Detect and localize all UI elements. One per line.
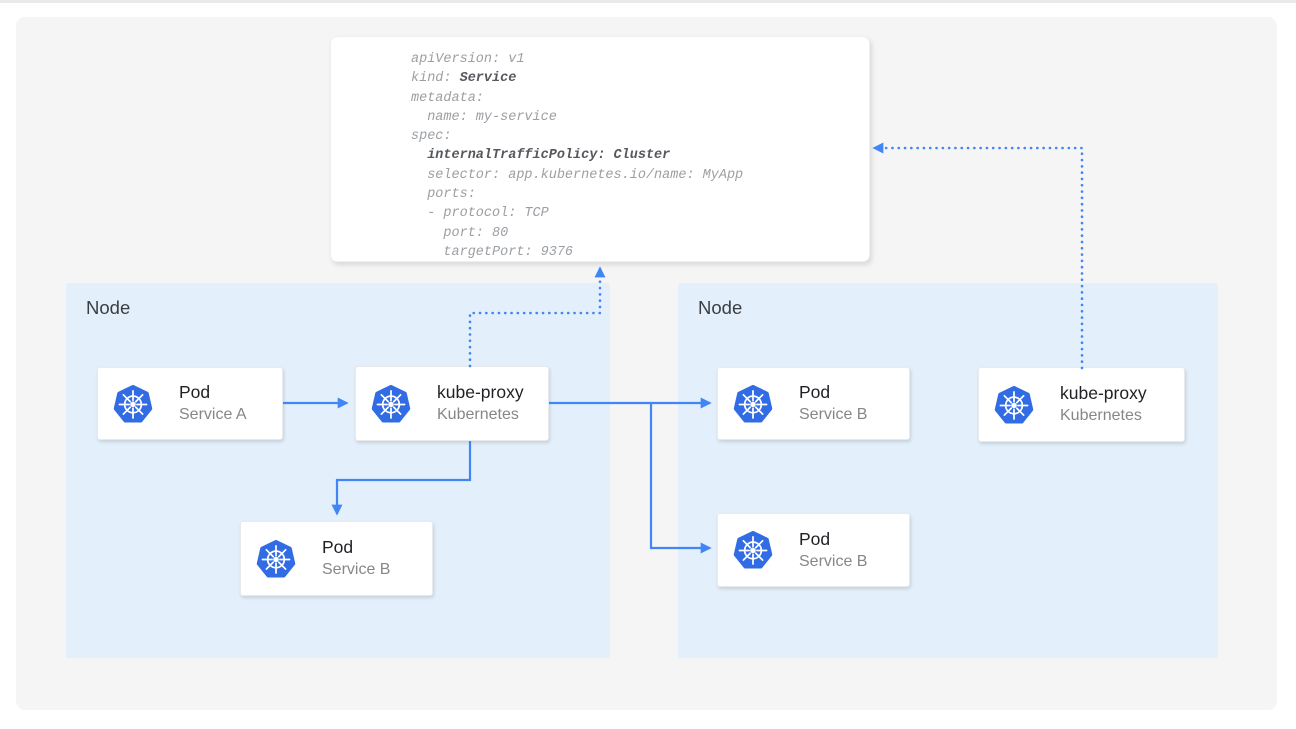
box-title: kube-proxy (437, 382, 524, 403)
pod-service-b-left-box: Pod Service B (240, 521, 433, 596)
node-right: Node (678, 283, 1218, 658)
box-subtitle: Service B (322, 560, 390, 580)
box-title: Pod (179, 382, 247, 403)
yaml-line: targetPort: 9376 (411, 243, 869, 262)
yaml-line: - protocol: TCP (411, 204, 869, 223)
yaml-line: name: my-service (411, 108, 869, 127)
box-title: Pod (799, 382, 867, 403)
kubernetes-icon (370, 383, 412, 425)
kubernetes-icon (993, 384, 1035, 426)
kubernetes-icon (255, 538, 297, 580)
pod-service-a-box: Pod Service A (97, 367, 283, 440)
yaml-line: ports: (411, 185, 869, 204)
kubernetes-icon (732, 529, 774, 571)
yaml-line: spec: (411, 127, 869, 146)
yaml-line: kind: Service (411, 69, 869, 88)
yaml-line: internalTrafficPolicy: Cluster (411, 146, 869, 165)
yaml-line: selector: app.kubernetes.io/name: MyApp (411, 166, 869, 185)
box-subtitle: Service A (179, 405, 247, 425)
node-left: Node (66, 283, 610, 658)
box-subtitle: Service B (799, 552, 867, 572)
box-subtitle: Kubernetes (1060, 406, 1147, 426)
pod-service-b-right-bottom-box: Pod Service B (717, 513, 910, 587)
pod-service-b-right-top-box: Pod Service B (717, 367, 910, 440)
yaml-line: apiVersion: v1 (411, 50, 869, 69)
yaml-line: metadata: (411, 89, 869, 108)
kubernetes-icon (732, 383, 774, 425)
box-title: Pod (322, 537, 390, 558)
box-title: Pod (799, 529, 867, 550)
yaml-line: port: 80 (411, 224, 869, 243)
diagram-stage: apiVersion: v1 kind: Service metadata: n… (0, 0, 1296, 729)
kube-proxy-left-box: kube-proxy Kubernetes (355, 366, 549, 441)
kubernetes-icon (112, 383, 154, 425)
node-label: Node (698, 297, 742, 319)
box-title: kube-proxy (1060, 383, 1147, 404)
node-label: Node (86, 297, 130, 319)
top-divider (0, 0, 1296, 3)
box-subtitle: Kubernetes (437, 405, 524, 425)
box-subtitle: Service B (799, 405, 867, 425)
service-yaml-panel: apiVersion: v1 kind: Service metadata: n… (330, 36, 870, 262)
kube-proxy-right-box: kube-proxy Kubernetes (978, 367, 1185, 442)
